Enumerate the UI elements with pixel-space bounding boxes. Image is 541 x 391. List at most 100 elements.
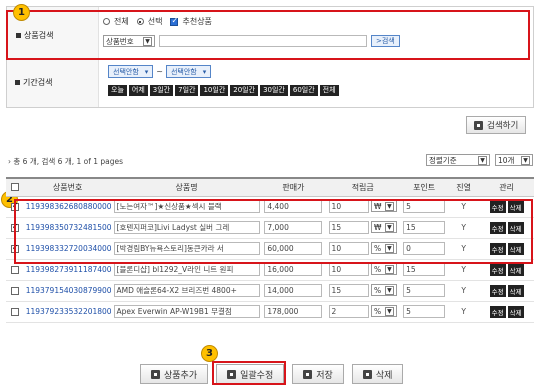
edit-button[interactable]: 수정 [489, 221, 506, 234]
list-controls: 정렬기준 ▼ 10개 ▼ [426, 154, 533, 166]
reserve-unit-select[interactable]: % ▼ [370, 284, 397, 296]
add-product-button[interactable]: 상품추가 [140, 364, 209, 384]
row-checkbox[interactable] [10, 266, 19, 274]
product-code-link[interactable]: 119398350732481500 [23, 217, 112, 239]
radio-all[interactable] [103, 18, 110, 25]
quick-date-today[interactable]: 오늘 [108, 85, 127, 96]
quick-date-yesterday[interactable]: 어제 [128, 85, 148, 96]
point-input[interactable]: 5 [403, 305, 446, 318]
display-cell: Y [448, 259, 480, 281]
quick-date-buttons: 오늘 어제 3일간 7일간 10일간 20일간 30일간 60일간 전체 [108, 85, 339, 96]
reserve-input[interactable]: 10 [328, 263, 369, 276]
quick-date-20days[interactable]: 20일간 [230, 85, 259, 96]
reserve-unit-select[interactable]: % ▼ [370, 242, 397, 254]
search-field-select[interactable]: 상품번호 ▼ [103, 35, 155, 47]
row-checkbox[interactable] [10, 201, 19, 211]
reserve-cell: 2 % ▼ [325, 301, 401, 323]
product-code-link[interactable]: 119398362680880000 [23, 196, 112, 218]
edit-button[interactable]: 수정 [489, 242, 506, 255]
search-input[interactable] [159, 35, 367, 47]
price-input[interactable]: 4,400 [264, 200, 323, 213]
product-name-input[interactable]: Apex Everwin AP-W19B1 무결점 [113, 305, 260, 318]
delete-selected-button[interactable]: 삭제 [351, 364, 404, 384]
price-input[interactable]: 14,000 [264, 284, 323, 297]
radio-select[interactable] [136, 18, 144, 25]
sort-select[interactable]: 정렬기준 ▼ [426, 154, 490, 166]
row-checkbox[interactable] [10, 308, 19, 316]
product-code-link[interactable]: 119398332720034000 [23, 238, 112, 260]
reserve-input[interactable]: 10 [328, 200, 369, 213]
delete-button[interactable]: 삭제 [507, 305, 524, 318]
quick-date-10days[interactable]: 10일간 [200, 85, 229, 96]
product-name-input[interactable]: AMD 애슬론64-X2 브리즈번 4800+ [113, 284, 260, 297]
point-input[interactable]: 0 [403, 242, 446, 255]
quick-date-3days[interactable]: 3일간 [149, 85, 174, 96]
reserve-cell: 15 % ▼ [325, 280, 401, 302]
edit-button[interactable]: 수정 [489, 200, 506, 213]
dropdown-arrow-icon: ▼ [384, 222, 394, 232]
bulk-edit-button[interactable]: 일괄수정 [216, 364, 285, 384]
reserve-unit-select[interactable]: ₩ ▼ [370, 200, 397, 212]
manage-cell: 수정 삭제 [479, 280, 534, 302]
product-name-input[interactable]: [박경림BY뉴욕스토리]동큰카라 서 [113, 242, 260, 255]
header-select-all [6, 177, 24, 197]
dropdown-arrow-icon: ▼ [521, 155, 530, 165]
date-to-select[interactable]: 선택안함 ▾ [165, 65, 212, 78]
product-code-link[interactable]: 119379233532201800 [23, 301, 112, 323]
search-button[interactable]: >검색 [371, 35, 400, 47]
page-size-select[interactable]: 10개 ▼ [495, 154, 533, 166]
point-cell: 0 [400, 238, 449, 260]
reserve-unit-select[interactable]: ₩ ▼ [370, 221, 397, 233]
dropdown-arrow-icon: ▼ [143, 36, 152, 46]
radio-all-label: 전체 [114, 17, 129, 26]
point-input[interactable]: 5 [403, 200, 446, 213]
delete-button[interactable]: 삭제 [507, 263, 524, 276]
delete-button[interactable]: 삭제 [507, 242, 524, 255]
product-name-input[interactable]: [호텐지퍼코]Livi Ladyst 실버 그레 [113, 221, 260, 234]
price-input[interactable]: 178,000 [264, 305, 323, 318]
delete-button[interactable]: 삭제 [507, 284, 524, 297]
table-row: 119379233532201800 Apex Everwin AP-W19B1… [6, 301, 534, 323]
row-checkbox[interactable] [10, 222, 19, 232]
row-checkbox[interactable] [10, 287, 19, 295]
reserve-input[interactable]: 15 [328, 284, 369, 297]
quick-date-all[interactable]: 전체 [319, 85, 339, 96]
reserve-unit-select[interactable]: % ▼ [370, 305, 397, 317]
point-input[interactable]: 5 [403, 284, 446, 297]
save-text: 저장 [316, 370, 333, 381]
product-code-link[interactable]: 119398273911187400 [23, 259, 112, 281]
reserve-input[interactable]: 10 [328, 242, 369, 255]
product-code-link[interactable]: 119379154030879900 [23, 280, 112, 302]
point-input[interactable]: 15 [403, 221, 446, 234]
product-name-input[interactable]: [노는여자™]★신상품★섹시 블랙 [113, 200, 260, 213]
recommend-checkbox[interactable] [170, 16, 179, 26]
delete-button[interactable]: 삭제 [507, 200, 524, 213]
price-input[interactable]: 16,000 [264, 263, 323, 276]
search-submit-button[interactable]: 검색하기 [466, 116, 527, 134]
select-all-checkbox[interactable] [10, 183, 19, 192]
edit-button[interactable]: 수정 [489, 263, 506, 276]
header-point: 포인트 [400, 177, 449, 197]
price-cell: 16,000 [261, 259, 326, 281]
row-checkbox[interactable] [10, 243, 19, 253]
row-select-cell [6, 196, 24, 218]
quick-date-30days[interactable]: 30일간 [260, 85, 288, 96]
save-button[interactable]: 저장 [292, 364, 344, 384]
reserve-unit-text: % [373, 243, 382, 253]
manage-cell: 수정 삭제 [479, 238, 534, 260]
dropdown-arrow-icon: ▼ [384, 264, 394, 274]
reserve-input[interactable]: 2 [328, 305, 369, 318]
reserve-input[interactable]: 15 [328, 221, 369, 234]
date-from-select[interactable]: 선택안함 ▾ [108, 65, 154, 78]
quick-date-7days[interactable]: 7일간 [175, 85, 199, 96]
delete-button[interactable]: 삭제 [507, 221, 524, 234]
price-input[interactable]: 60,000 [264, 242, 323, 255]
price-input[interactable]: 7,000 [264, 221, 323, 234]
reserve-unit-select[interactable]: % ▼ [370, 263, 397, 275]
product-name-input[interactable]: [블론디샵] bl1292_V라인 니트 원피 [113, 263, 260, 276]
price-cell: 178,000 [261, 301, 326, 323]
edit-button[interactable]: 수정 [489, 305, 506, 318]
edit-button[interactable]: 수정 [489, 284, 506, 297]
quick-date-60days[interactable]: 60일간 [289, 85, 318, 96]
point-input[interactable]: 15 [403, 263, 446, 276]
